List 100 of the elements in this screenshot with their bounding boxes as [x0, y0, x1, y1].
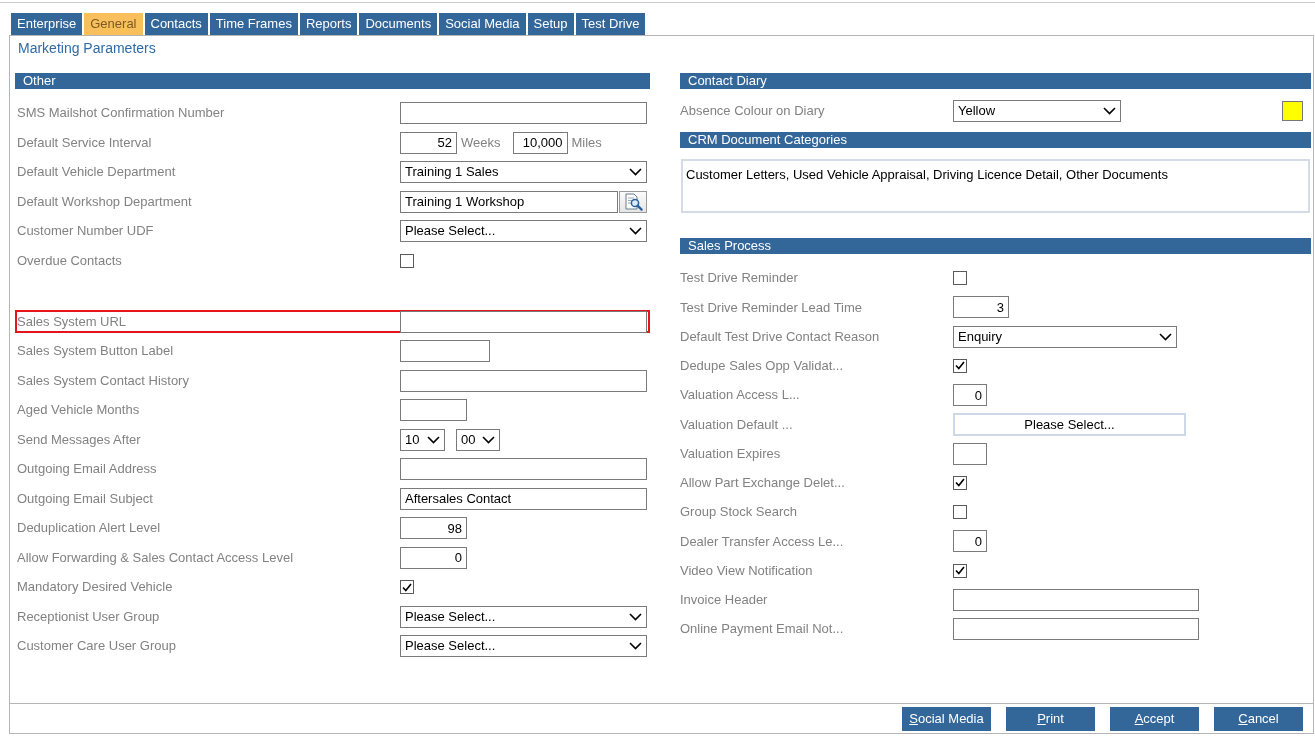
- field-label: Allow Forwarding & Sales Contact Access Level: [17, 548, 294, 567]
- chevron-down-icon: [629, 642, 642, 650]
- text-field[interactable]: [400, 340, 490, 362]
- dropdown[interactable]: Please Select...: [400, 605, 647, 628]
- dropdown[interactable]: Enquiry: [953, 325, 1177, 348]
- number-field[interactable]: 0: [400, 546, 467, 569]
- text-field[interactable]: [400, 310, 647, 333]
- checkbox[interactable]: [953, 563, 967, 578]
- field-label: Default Workshop Department: [17, 192, 193, 211]
- field-label: Test Drive Reminder Lead Time: [680, 298, 864, 317]
- document-magnifier-icon: [623, 192, 643, 211]
- field-label: SMS Mailshot Confirmation Number: [17, 104, 226, 123]
- tab[interactable]: Reports: [299, 13, 358, 35]
- dropdown[interactable]: Please Select...: [400, 635, 647, 657]
- checkbox[interactable]: [953, 358, 967, 373]
- field-label: Group Stock Search: [680, 503, 799, 522]
- number-field[interactable]: 98: [400, 517, 467, 539]
- field-label: Overdue Contacts: [17, 251, 123, 270]
- action-button[interactable]: Cancel: [1214, 706, 1303, 731]
- checkmark-icon: [955, 478, 965, 488]
- section-header: CRM Document Categories: [680, 131, 1311, 148]
- tab[interactable]: Setup: [527, 13, 574, 35]
- field-label: Allow Part Exchange Delet...: [680, 474, 846, 493]
- checkbox[interactable]: [400, 580, 414, 594]
- field-label: Invoice Header: [680, 591, 769, 610]
- field-label: Valuation Expires: [680, 444, 782, 463]
- action-button[interactable]: Print: [1006, 706, 1095, 731]
- text-field[interactable]: [400, 458, 647, 480]
- chevron-down-icon: [629, 168, 642, 176]
- action-button[interactable]: Social Media: [902, 706, 991, 731]
- checkbox[interactable]: [953, 505, 967, 520]
- tab[interactable]: Social Media: [439, 13, 526, 35]
- checkbox[interactable]: [953, 271, 967, 286]
- field-label: Receptionist User Group: [17, 607, 161, 626]
- field-label: Sales System Button Label: [17, 342, 175, 361]
- tab[interactable]: Test Drive: [575, 13, 646, 35]
- field-label: Aged Vehicle Months: [17, 401, 141, 420]
- checkmark-icon: [402, 582, 412, 592]
- chevron-down-icon: [427, 435, 440, 444]
- field-label: Mandatory Desired Vehicle: [17, 578, 174, 597]
- field-label: Customer Number UDF: [17, 222, 155, 241]
- text-field[interactable]: [953, 442, 987, 465]
- text-area-field[interactable]: Customer Letters, Used Vehicle Appraisal, Driving Licence Detail, Other Documents: [681, 158, 1310, 213]
- field-label: Customer Care User Group: [17, 637, 177, 656]
- field-label: Valuation Default ...: [680, 415, 794, 434]
- field-label: Send Messages After: [17, 430, 142, 449]
- chevron-down-icon: [1103, 106, 1116, 115]
- number-field[interactable]: 3: [953, 296, 1009, 319]
- section-header: Contact Diary: [680, 73, 1311, 89]
- field-label: Video View Notification: [680, 561, 814, 580]
- dropdown[interactable]: 00: [456, 428, 500, 451]
- chevron-down-icon: [482, 435, 495, 444]
- text-field[interactable]: [953, 618, 1199, 641]
- field-label: Sales System Contact History: [17, 371, 190, 390]
- tab[interactable]: Contacts: [144, 13, 208, 35]
- dropdown[interactable]: 10: [400, 428, 445, 451]
- field-label: Deduplication Alert Level: [17, 519, 162, 538]
- number-field[interactable]: 52: [400, 131, 457, 154]
- text-field[interactable]: [953, 588, 1199, 611]
- chevron-down-icon: [629, 227, 642, 235]
- page-title: Marketing Parameters: [18, 40, 156, 56]
- field-label: Test Drive Reminder: [680, 269, 799, 288]
- unit-label: Weeks: [461, 133, 501, 152]
- text-field[interactable]: [400, 399, 467, 421]
- tab[interactable]: General: [84, 13, 143, 35]
- field-label: Valuation Access L...: [680, 386, 801, 405]
- dropdown[interactable]: Yellow: [953, 99, 1121, 122]
- field-label: Default Service Interval: [17, 133, 153, 152]
- text-field[interactable]: Training 1 Workshop: [400, 190, 618, 213]
- number-field[interactable]: 0: [953, 384, 987, 407]
- checkmark-icon: [955, 361, 965, 371]
- text-field[interactable]: [400, 369, 647, 392]
- checkbox[interactable]: [953, 475, 967, 490]
- dropdown[interactable]: Please Select...: [400, 220, 647, 242]
- number-field[interactable]: 0: [953, 530, 987, 553]
- tab[interactable]: Enterprise: [11, 13, 83, 35]
- number-field[interactable]: 10,000: [512, 131, 568, 154]
- unit-label: Miles: [571, 133, 602, 152]
- checkbox[interactable]: [400, 253, 414, 268]
- field-label: Outgoing Email Address: [17, 460, 158, 479]
- checkmark-icon: [955, 566, 965, 576]
- field-label: Online Payment Email Not...: [680, 620, 845, 639]
- field-label: Dealer Transfer Access Le...: [680, 532, 845, 551]
- section-header: Sales Process: [680, 237, 1311, 254]
- field-label: Default Test Drive Contact Reason: [680, 327, 881, 346]
- text-field[interactable]: [400, 102, 647, 124]
- chevron-down-icon: [1159, 332, 1172, 341]
- tab[interactable]: Time Frames: [209, 13, 298, 35]
- chevron-down-icon: [629, 612, 642, 621]
- field-label: Default Vehicle Department: [17, 163, 177, 182]
- lookup-button[interactable]: [619, 190, 647, 213]
- field-label: Sales System URL: [17, 312, 128, 331]
- section-header: Other: [15, 73, 650, 89]
- action-button[interactable]: Accept: [1110, 706, 1199, 731]
- dropdown[interactable]: Training 1 Sales: [400, 161, 647, 183]
- picker-button[interactable]: Please Select...: [953, 412, 1186, 436]
- field-label: Outgoing Email Subject: [17, 489, 154, 508]
- text-field[interactable]: Aftersales Contact: [400, 487, 647, 510]
- tab[interactable]: Documents: [359, 13, 438, 35]
- field-label: Dedupe Sales Opp Validat...: [680, 357, 845, 376]
